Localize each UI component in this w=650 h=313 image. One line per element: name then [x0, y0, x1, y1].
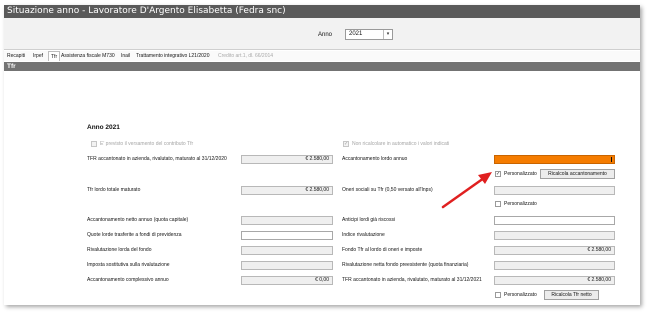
personalizzato-label-1: Personalizzato: [504, 171, 537, 177]
accantonamento-lordo-input[interactable]: [494, 155, 615, 164]
contributo-tfr-label: E' previsto il versamento del contributo…: [100, 141, 194, 147]
indice-rivalutazione-label: Indice rivalutazione: [342, 232, 385, 238]
personalizzato-checkbox-1[interactable]: ✓: [495, 171, 501, 177]
imposta-sostitutiva-label: Imposta sostitutiva sulla rivalutazione: [87, 262, 170, 268]
window-title: Situazione anno - Lavoratore D'Argento E…: [4, 5, 640, 18]
text-caret: [611, 157, 612, 162]
year-label: Anno: [318, 32, 333, 38]
tfr-2020-field: € 2.580,00: [241, 155, 333, 164]
anticipi-label: Anticipi lordi già riscossi: [342, 217, 396, 223]
year-title: Anno 2021: [87, 124, 120, 131]
ricalcola-accantonamento-button[interactable]: Ricalcola accantonamento: [540, 169, 615, 179]
tab-credito: Credito art.1, dl. 66/2014: [218, 53, 274, 59]
oneri-sociali-label: Oneri sociali su Tfr (0,50 versato all'I…: [342, 187, 433, 193]
ricalcola-tfr-netto-button[interactable]: Ricalcola Tfr netto: [544, 290, 599, 300]
non-ricalcolare-checkbox[interactable]: ✓: [343, 141, 349, 147]
accantonamento-complessivo-label: Accantonamento complessivo annuo: [87, 277, 169, 283]
rivalutazione-netta-field: [494, 261, 615, 270]
fondo-tfr-label: Fondo Tfr al lordo di oneri e imposte: [342, 247, 423, 253]
quote-lorde-input[interactable]: [241, 231, 333, 240]
year-select[interactable]: 2021 ▾: [345, 29, 393, 40]
tfr-window: Situazione anno - Lavoratore D'Argento E…: [4, 5, 640, 305]
tab-inail[interactable]: Inail: [121, 51, 130, 61]
contributo-tfr-checkbox[interactable]: [91, 141, 97, 147]
tab-recapiti[interactable]: Recapiti: [7, 51, 25, 61]
accantonamento-complessivo-field: € 0,00: [241, 276, 333, 285]
quote-lorde-label: Quote lorde trasferite a fondi di previd…: [87, 232, 182, 238]
personalizzato-checkbox-3[interactable]: [495, 292, 501, 298]
section-header: Tfr: [4, 62, 640, 71]
accantonamento-lordo-label: Accantonamento lordo annuo: [342, 156, 408, 162]
tfr-panel: Anno 2021 E' previsto il versamento del …: [4, 71, 640, 305]
imposta-sostitutiva-field: [241, 261, 333, 270]
tfr-2021-field: € 2.580,00: [494, 276, 615, 285]
tfr-2021-label: TFR accantonato in azienda, rivalutato, …: [342, 277, 482, 283]
indice-rivalutazione-field: [494, 231, 615, 240]
year-toolbar: Anno 2021 ▾: [4, 18, 640, 50]
anticipi-input[interactable]: [494, 216, 615, 225]
rivalutazione-lorda-label: Rivalutazione lorda del fondo: [87, 247, 152, 253]
chevron-down-icon[interactable]: ▾: [383, 30, 392, 39]
personalizzato-label-3: Personalizzato: [504, 292, 537, 298]
accantonamento-netto-label: Accantonamento netto annuo (quota capita…: [87, 217, 189, 223]
year-select-value: 2021: [349, 31, 363, 37]
tab-assistenza-fiscale[interactable]: Assistenza fiscale M730: [61, 51, 115, 61]
tab-strip: Recapiti Irpef Tfr Assistenza fiscale M7…: [4, 51, 640, 61]
tab-tfr[interactable]: Tfr: [48, 51, 61, 61]
tfr-lordo-totale-label: Tfr lordo totale maturato: [87, 187, 141, 193]
tfr-2020-label: TFR accantonato in azienda, rivalutato, …: [87, 156, 227, 162]
fondo-tfr-field: € 2.580,00: [494, 246, 615, 255]
tfr-lordo-totale-field: € 2.580,00: [241, 186, 333, 195]
tab-irpef[interactable]: Irpef: [33, 51, 43, 61]
rivalutazione-netta-label: Rivalutazione netta fondo preesistente (…: [342, 262, 469, 268]
tab-trattamento-integrativo[interactable]: Trattamento integrativo L21/2020: [136, 51, 209, 61]
oneri-sociali-field: [494, 186, 615, 195]
non-ricalcolare-label: Non ricalcolare in automatico i valori i…: [352, 141, 450, 147]
personalizzato-checkbox-2[interactable]: [495, 201, 501, 207]
accantonamento-netto-field: [241, 216, 333, 225]
personalizzato-label-2: Personalizzato: [504, 201, 537, 207]
rivalutazione-lorda-field: [241, 246, 333, 255]
